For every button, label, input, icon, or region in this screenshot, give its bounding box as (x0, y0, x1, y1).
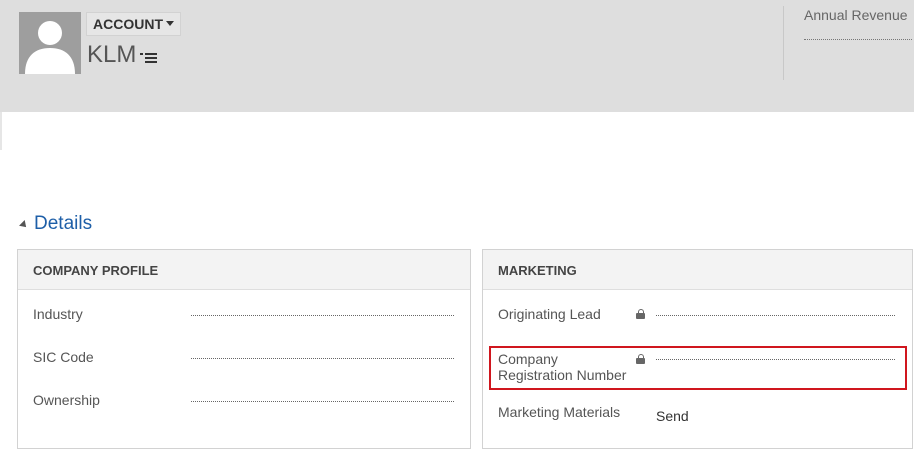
marketing-materials-value[interactable]: Send (656, 408, 689, 424)
ownership-field[interactable] (191, 401, 454, 402)
industry-label: Industry (33, 306, 83, 322)
annual-revenue-field[interactable] (804, 39, 912, 40)
company-registration-number-label: Company Registration Number (498, 351, 626, 383)
user-silhouette-icon (25, 21, 75, 74)
annual-revenue-label: Annual Revenue (804, 7, 908, 23)
chevron-down-icon (166, 21, 174, 27)
list-menu-icon[interactable] (140, 52, 158, 64)
ownership-label: Ownership (33, 392, 100, 408)
details-section-toggle[interactable]: Details (19, 212, 93, 236)
originating-lead-label: Originating Lead (498, 306, 601, 322)
marketing-title: MARKETING (483, 250, 912, 290)
record-name: KLM (87, 41, 137, 68)
industry-field[interactable] (191, 315, 454, 316)
marketing-materials-label: Marketing Materials (498, 404, 621, 420)
sic-code-label: SIC Code (33, 349, 94, 365)
entity-type-label: ACCOUNT (93, 16, 163, 32)
details-title: Details (34, 213, 93, 234)
form-edge (0, 112, 5, 150)
company-profile-title: COMPANY PROFILE (18, 250, 470, 290)
lock-icon (636, 354, 645, 364)
sic-code-field[interactable] (191, 358, 454, 359)
entity-type-selector[interactable]: ACCOUNT (86, 12, 181, 36)
label-line-2: Registration Number (498, 367, 627, 383)
lock-icon (636, 309, 645, 319)
avatar[interactable] (19, 12, 81, 74)
header-divider (783, 6, 784, 80)
collapse-triangle-icon (19, 220, 29, 230)
originating-lead-field[interactable] (656, 315, 895, 316)
label-line-1: Company (498, 351, 558, 367)
record-header: ACCOUNT KLM Annual Revenue (0, 0, 914, 112)
company-registration-number-field[interactable] (656, 359, 895, 360)
